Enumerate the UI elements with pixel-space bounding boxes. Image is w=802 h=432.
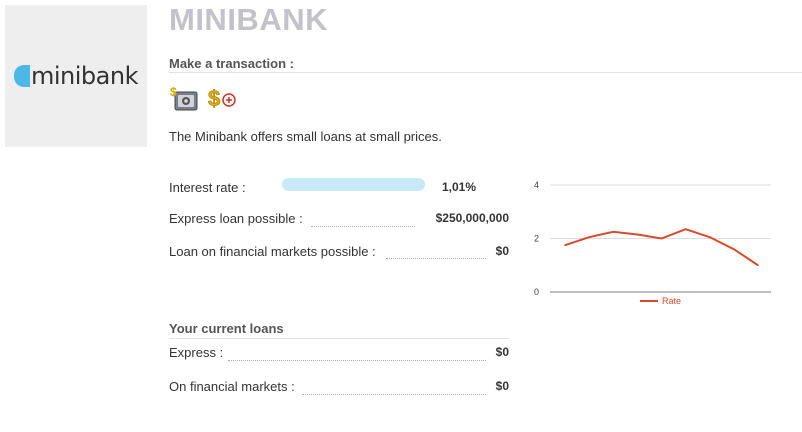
interest-rate-bar [282, 178, 425, 191]
current-loans-heading: Your current loans [169, 321, 284, 336]
rate-point [588, 236, 590, 238]
interest-rate-bar-fill [282, 178, 425, 191]
current-express-leader [228, 360, 486, 361]
rate-point [684, 228, 687, 230]
interest-rate-label: Interest rate : [169, 180, 246, 195]
y-tick-label: 0 [534, 287, 539, 297]
rate-series-line [564, 228, 759, 267]
transaction-icons: $ $ [169, 84, 239, 112]
svg-text:$: $ [170, 85, 177, 99]
rate-point [708, 236, 711, 238]
legend-label: Rate [662, 296, 681, 306]
transaction-divider [169, 72, 802, 73]
logo-pill-shape [14, 65, 30, 87]
rate-point [660, 237, 663, 240]
dollar-exchange-icon[interactable]: $ [207, 84, 239, 112]
rate-chart: 0 2 4 Rate [534, 180, 771, 306]
safe-money-icon[interactable]: $ [169, 84, 201, 112]
bank-logo: minibank [5, 5, 147, 147]
markets-loan-value: $0 [495, 244, 509, 258]
current-express-value: $0 [495, 345, 509, 359]
rate-point [636, 233, 639, 236]
y-tick-label: 4 [534, 180, 539, 190]
rate-point [612, 231, 615, 233]
markets-loan-label: Loan on financial markets possible : [169, 244, 376, 259]
express-loan-label: Express loan possible : [169, 211, 303, 226]
rate-point [564, 244, 566, 246]
current-express-label: Express : [169, 345, 224, 360]
current-markets-value: $0 [495, 379, 509, 393]
y-tick-label: 2 [534, 234, 539, 244]
markets-loan-leader [386, 258, 486, 259]
bank-description: The Minibank offers small loans at small… [169, 129, 442, 144]
transaction-label: Make a transaction : [169, 56, 294, 71]
svg-text:$: $ [208, 86, 220, 111]
express-loan-value: $250,000,000 [435, 211, 509, 225]
interest-rate-value: 1,01% [441, 180, 476, 194]
current-markets-leader [302, 394, 486, 395]
rate-point [733, 248, 735, 250]
current-markets-label: On financial markets : [169, 379, 295, 394]
rate-point [757, 264, 759, 267]
express-loan-leader [311, 226, 415, 227]
page-title: MINIBANK [169, 2, 328, 37]
current-loans-divider [169, 338, 509, 339]
logo-text: minibank [31, 62, 138, 90]
